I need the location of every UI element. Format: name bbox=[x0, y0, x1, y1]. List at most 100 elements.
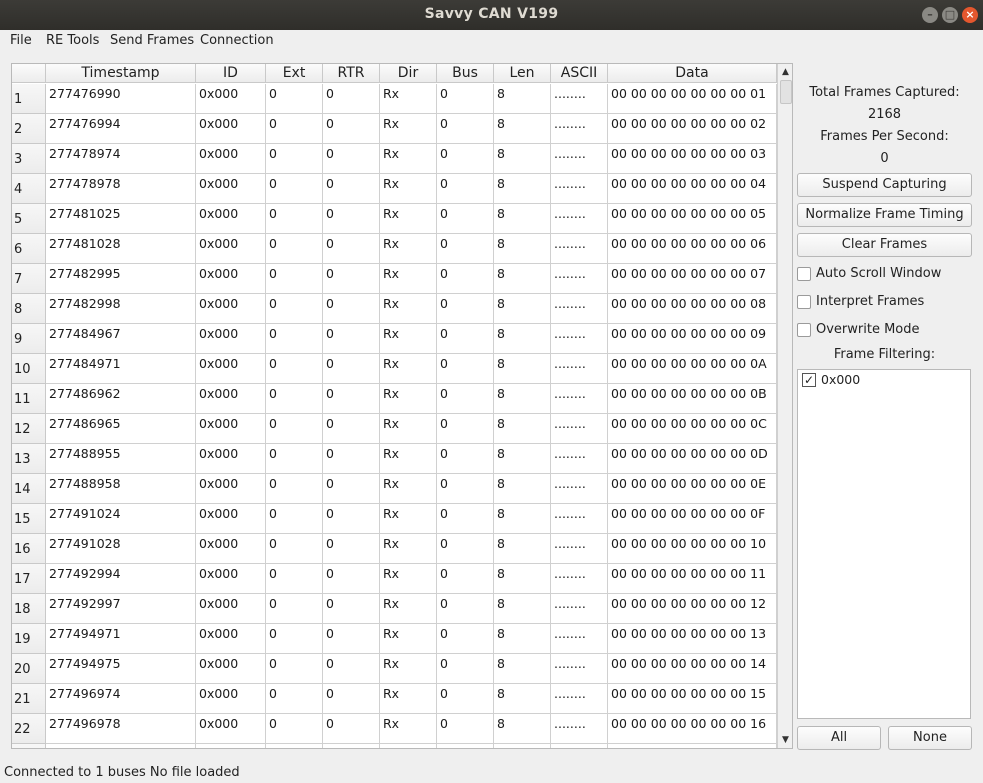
minimize-icon[interactable]: – bbox=[922, 7, 938, 23]
table-scrollbar[interactable]: ▲ ▼ bbox=[777, 64, 792, 748]
column-header-data[interactable]: Data bbox=[608, 64, 777, 83]
row-number[interactable] bbox=[12, 744, 46, 748]
table-row[interactable]: 15 277491024 0x000 0 0 Rx 0 8........ 00 00 00 0… bbox=[12, 504, 777, 534]
filter-all-button[interactable]: All bbox=[797, 726, 881, 750]
table-row[interactable]: 18 277492997 0x000 0 0 Rx 0 8........ 00 00 00 0… bbox=[12, 594, 777, 624]
table-row[interactable]: 19 277494971 0x000 0 0 Rx 0 8........ 00 00 00 0… bbox=[12, 624, 777, 654]
column-header-len[interactable]: Len bbox=[494, 64, 551, 83]
cell-dir: Rx bbox=[380, 354, 437, 384]
table-row[interactable]: 14 277488958 0x000 0 0 Rx 0 8........ 00 00 00 0… bbox=[12, 474, 777, 504]
cell-len: 8 bbox=[494, 384, 551, 414]
cell-ascii: ........ bbox=[551, 414, 608, 444]
table-row[interactable]: 11 277486962 0x000 0 0 Rx 0 8........ 00 00 00 0… bbox=[12, 384, 777, 414]
row-number[interactable]: 2 bbox=[12, 114, 46, 144]
suspend-capturing-button[interactable]: Suspend Capturing bbox=[797, 173, 972, 197]
cell-ext: 0 bbox=[266, 714, 323, 744]
cell-len: 8 bbox=[494, 414, 551, 444]
column-header-id[interactable]: ID bbox=[196, 64, 266, 83]
table-row[interactable]: 10 277484971 0x000 0 0 Rx 0 8........ 00 00 00 0… bbox=[12, 354, 777, 384]
cell-dir: Rx bbox=[380, 714, 437, 744]
column-header-ts[interactable]: Timestamp bbox=[46, 64, 196, 83]
row-number[interactable]: 13 bbox=[12, 444, 46, 474]
cell-ext: 0 bbox=[266, 444, 323, 474]
cell-data: 00 00 00 00 00 00 00 11 bbox=[608, 564, 777, 594]
cell-ts: 277491024 bbox=[46, 504, 196, 534]
row-number[interactable]: 22 bbox=[12, 714, 46, 744]
column-header-ext[interactable]: Ext bbox=[266, 64, 323, 83]
normalize-frame-timing-button[interactable]: Normalize Frame Timing bbox=[797, 203, 972, 227]
table-row[interactable]: 5 277481025 0x000 0 0 Rx 0 8........ 00 00 00 00… bbox=[12, 204, 777, 234]
menu-file[interactable]: File bbox=[10, 33, 32, 48]
cell-ext: 0 bbox=[266, 234, 323, 264]
table-row[interactable]: 2774989740x00000Rx08........00 00 00 00 … bbox=[12, 744, 777, 748]
row-number[interactable]: 18 bbox=[12, 594, 46, 624]
table-row[interactable]: 2 277476994 0x000 0 0 Rx 0 8........ 00 00 00 00… bbox=[12, 114, 777, 144]
cell-bus: 0 bbox=[437, 204, 494, 234]
scroll-up-icon[interactable]: ▲ bbox=[778, 65, 792, 79]
menu-send-frames[interactable]: Send Frames bbox=[110, 33, 194, 48]
row-number[interactable]: 3 bbox=[12, 144, 46, 174]
row-number[interactable]: 19 bbox=[12, 624, 46, 654]
table-row[interactable]: 13 277488955 0x000 0 0 Rx 0 8........ 00 00 00 0… bbox=[12, 444, 777, 474]
column-header-rtr[interactable]: RTR bbox=[323, 64, 380, 83]
cell-rtr: 0 bbox=[323, 534, 380, 564]
cell-len: 8 bbox=[494, 354, 551, 384]
table-row[interactable]: 4 277478978 0x000 0 0 Rx 0 8........ 00 00 00 00… bbox=[12, 174, 777, 204]
row-number[interactable]: 12 bbox=[12, 414, 46, 444]
overwrite-mode-box[interactable] bbox=[797, 323, 811, 337]
row-number[interactable]: 1 bbox=[12, 84, 46, 114]
maximize-icon[interactable]: □ bbox=[942, 7, 958, 23]
cell-rtr: 0 bbox=[323, 144, 380, 174]
auto-scroll-box[interactable] bbox=[797, 267, 811, 281]
frames-table[interactable]: Timestamp ID Ext RTR Dir Bus Len ASCII Data 1 277… bbox=[11, 63, 793, 749]
filter-none-button[interactable]: None bbox=[888, 726, 972, 750]
table-row[interactable]: 3 277478974 0x000 0 0 Rx 0 8........ 00 00 00 00… bbox=[12, 144, 777, 174]
cell-rtr: 0 bbox=[323, 204, 380, 234]
table-row[interactable]: 21 277496974 0x000 0 0 Rx 0 8........ 00 00 00 0… bbox=[12, 684, 777, 714]
clear-frames-button[interactable]: Clear Frames bbox=[797, 233, 972, 257]
close-icon[interactable]: × bbox=[962, 7, 978, 23]
column-header-bus[interactable]: Bus bbox=[437, 64, 494, 83]
cell-data: 00 00 00 00 00 00 00 0E bbox=[608, 474, 777, 504]
check-icon[interactable]: ✓ bbox=[802, 373, 816, 387]
row-number[interactable]: 7 bbox=[12, 264, 46, 294]
table-row[interactable]: 6 277481028 0x000 0 0 Rx 0 8........ 00 00 00 00… bbox=[12, 234, 777, 264]
table-row[interactable]: 9 277484967 0x000 0 0 Rx 0 8........ 00 00 00 00… bbox=[12, 324, 777, 354]
menu-connection[interactable]: Connection bbox=[200, 33, 274, 48]
row-number[interactable]: 5 bbox=[12, 204, 46, 234]
row-number[interactable]: 8 bbox=[12, 294, 46, 324]
row-number[interactable]: 14 bbox=[12, 474, 46, 504]
cell-rtr: 0 bbox=[323, 114, 380, 144]
cell-ts: 277496978 bbox=[46, 714, 196, 744]
frame-filter-list[interactable]: ✓ 0x000 bbox=[797, 369, 971, 719]
row-number[interactable]: 11 bbox=[12, 384, 46, 414]
column-header-dir[interactable]: Dir bbox=[380, 64, 437, 83]
row-number[interactable]: 15 bbox=[12, 504, 46, 534]
cell-len: 8 bbox=[494, 534, 551, 564]
table-row[interactable]: 12 277486965 0x000 0 0 Rx 0 8........ 00 00 00 0… bbox=[12, 414, 777, 444]
column-header-ascii[interactable]: ASCII bbox=[551, 64, 608, 83]
row-number[interactable]: 17 bbox=[12, 564, 46, 594]
row-number[interactable]: 6 bbox=[12, 234, 46, 264]
table-row[interactable]: 7 277482995 0x000 0 0 Rx 0 8........ 00 00 00 00… bbox=[12, 264, 777, 294]
cell-bus: 0 bbox=[437, 504, 494, 534]
table-row[interactable]: 17 277492994 0x000 0 0 Rx 0 8........ 00 00 00 0… bbox=[12, 564, 777, 594]
cell-bus: 0 bbox=[437, 354, 494, 384]
menu-re-tools[interactable]: RE Tools bbox=[46, 33, 99, 48]
row-number[interactable]: 16 bbox=[12, 534, 46, 564]
table-row[interactable]: 16 277491028 0x000 0 0 Rx 0 8........ 00 00 00 0… bbox=[12, 534, 777, 564]
table-row[interactable]: 22 277496978 0x000 0 0 Rx 0 8........ 00 00 00 0… bbox=[12, 714, 777, 744]
table-row[interactable]: 20 277494975 0x000 0 0 Rx 0 8........ 00 00 00 0… bbox=[12, 654, 777, 684]
row-number[interactable]: 9 bbox=[12, 324, 46, 354]
table-row[interactable]: 1 277476990 0x000 0 0 Rx 0 8........ 00 00 00 00… bbox=[12, 84, 777, 114]
scroll-down-icon[interactable]: ▼ bbox=[778, 733, 792, 747]
row-number[interactable]: 10 bbox=[12, 354, 46, 384]
scroll-thumb[interactable] bbox=[780, 80, 792, 104]
row-number[interactable]: 20 bbox=[12, 654, 46, 684]
table-row[interactable]: 8 277482998 0x000 0 0 Rx 0 8........ 00 00 00 00… bbox=[12, 294, 777, 324]
cell-ascii: ........ bbox=[551, 654, 608, 684]
cell-ts: 277488958 bbox=[46, 474, 196, 504]
row-number[interactable]: 4 bbox=[12, 174, 46, 204]
interpret-frames-box[interactable] bbox=[797, 295, 811, 309]
row-number[interactable]: 21 bbox=[12, 684, 46, 714]
